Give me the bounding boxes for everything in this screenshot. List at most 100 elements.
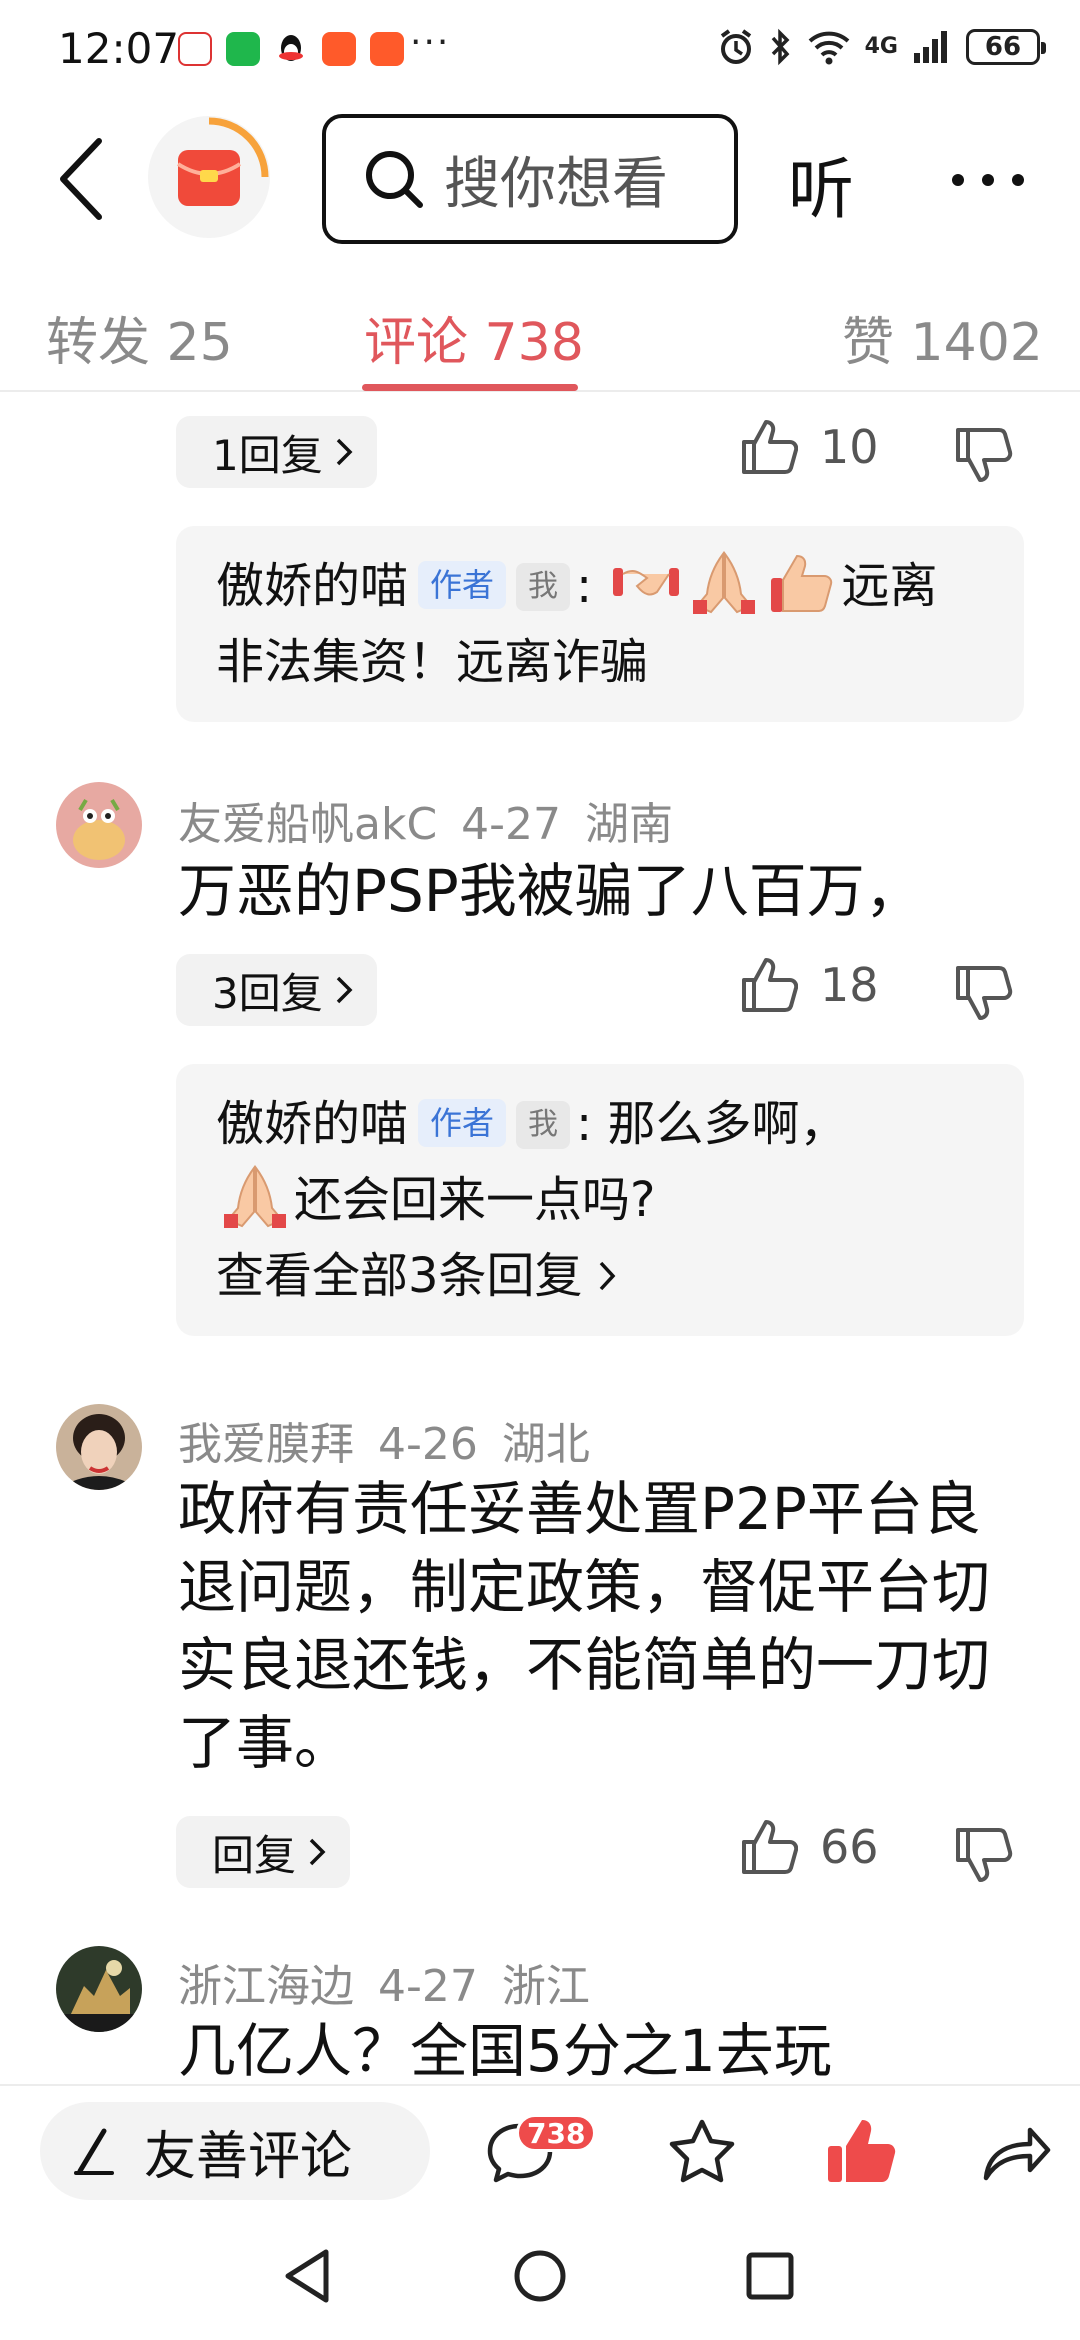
chevron-right-icon [335, 975, 353, 1005]
comment-input-placeholder: 友善评论 [144, 2126, 353, 2187]
comment-text[interactable]: 几亿人？全国5分之1去玩 [178, 2012, 1018, 2084]
red-packet-icon [176, 117, 269, 206]
favorite-button[interactable] [664, 2114, 740, 2190]
avatar[interactable] [56, 782, 142, 868]
replies-count-label: 1回复 [212, 430, 323, 480]
dislike-button[interactable] [954, 1826, 1014, 1886]
share-arrow-icon [983, 2127, 1051, 2181]
red-packet-button[interactable] [148, 116, 270, 238]
replies-button[interactable]: 1回复 [176, 416, 377, 488]
comment-location: 湖北 [501, 1419, 590, 1470]
bluetooth-icon [771, 28, 790, 66]
chevron-right-icon [599, 1261, 615, 1291]
comment-username[interactable]: 友爱船帆akC [178, 799, 437, 850]
reply-button[interactable]: 回复 [176, 1816, 351, 1888]
avatar[interactable] [56, 1946, 142, 2032]
shopping-app-icon [322, 32, 356, 66]
comment-meta: 浙江海边 4-27 浙江 [178, 1950, 614, 2014]
replies-count-label: 3回复 [212, 968, 323, 1018]
replies-button[interactable]: 3回复 [176, 954, 377, 1026]
more-dots-icon [952, 174, 1024, 186]
listen-button[interactable]: 听 [788, 136, 854, 232]
more-notifications-indicator: ··· [410, 22, 451, 63]
comment-date: 4-26 [378, 1419, 478, 1470]
battery-indicator: 66 [966, 29, 1046, 65]
chevron-right-icon [308, 1837, 326, 1867]
comment-username[interactable]: 浙江海边 [178, 1961, 354, 2012]
comment-username[interactable]: 我爱膜拜 [178, 1419, 354, 1470]
notification-icons [178, 32, 404, 66]
nav-recents-button[interactable] [740, 2246, 800, 2306]
author-reply[interactable]: 傲娇的喵 作者我: 远离非法集资！远离诈骗 [176, 526, 1024, 722]
tab-comments[interactable]: 评论 738 [364, 300, 584, 375]
comment-input[interactable]: 友善评论 [40, 2102, 430, 2200]
thumbs-down-icon [956, 1828, 1013, 1882]
more-options-button[interactable] [948, 150, 1028, 210]
view-all-replies-label: 查看全部3条回复 [216, 1248, 583, 1304]
signal-icon [914, 31, 947, 63]
tab-reposts[interactable]: 转发 25 [46, 300, 233, 375]
thumbs-up-icon [742, 420, 798, 474]
thumbs-up-icon [742, 958, 798, 1012]
comment-list: 1回复 10 傲娇的喵 作者我: 远离非法集资！远离诈骗 友爱船帆akC 4-27 湖… [0, 394, 1080, 2084]
author-tag: 作者 [418, 1099, 507, 1147]
dislike-button[interactable] [954, 964, 1014, 1024]
back-arrow-icon [60, 138, 102, 220]
like-count: 18 [820, 958, 879, 1012]
thumbs-up-emoji-icon [771, 554, 833, 612]
shopping-app-icon-2 [370, 32, 404, 66]
search-box[interactable]: 搜你想看 [322, 114, 738, 244]
author-tag: 作者 [418, 561, 507, 609]
view-all-replies-link[interactable]: 查看全部3条回复 [216, 1238, 984, 1314]
search-placeholder: 搜你想看 [444, 151, 668, 217]
star-icon [669, 2119, 735, 2183]
network-type: 4G [864, 34, 898, 59]
notification-app-icon [178, 32, 212, 66]
system-indicators: 4G 66 [717, 28, 1046, 66]
top-nav: 搜你想看 听 [0, 100, 1080, 260]
thumbs-down-icon [956, 428, 1013, 482]
comment-location: 浙江 [501, 1961, 590, 2012]
handshake-emoji-icon [613, 568, 680, 596]
author-reply[interactable]: 傲娇的喵 作者我: 那么多啊， 还会回来一点吗? 查看全部3条回复 [176, 1064, 1024, 1336]
search-icon [366, 151, 423, 208]
reply-label: 回复 [212, 1830, 297, 1880]
tab-likes[interactable]: 赞 1402 [842, 300, 1043, 375]
nav-back-button[interactable] [278, 2246, 338, 2306]
status-bar: 12:07 ··· 4G 66 [0, 0, 1080, 100]
avatar[interactable] [56, 1404, 142, 1490]
reply-text: 还会回来一点吗? [294, 1172, 656, 1228]
reply-line: 傲娇的喵 作者我: 那么多啊， [216, 1096, 848, 1152]
like-button[interactable]: 10 [740, 418, 879, 476]
share-button[interactable] [978, 2114, 1054, 2190]
like-post-button[interactable] [820, 2114, 896, 2190]
like-count: 10 [820, 420, 879, 474]
praying-hands-emoji-icon [693, 550, 756, 614]
circle-home-icon [514, 2250, 566, 2302]
wifi-icon [808, 31, 849, 65]
dislike-button[interactable] [954, 426, 1014, 486]
comment-text[interactable]: 政府有责任妥善处置P2P平台良退问题，制定政策，督促平台切实良退还钱，不能简单的… [178, 1470, 1018, 1782]
alarm-icon [720, 29, 751, 64]
reply-text: 那么多啊， [607, 1096, 848, 1152]
back-button[interactable] [48, 134, 112, 224]
wechat-icon [226, 32, 260, 66]
comment-count-badge: 738 [516, 2114, 597, 2152]
like-button[interactable]: 18 [740, 956, 879, 1014]
square-recents-icon [746, 2252, 794, 2300]
system-navigation-bar [0, 2214, 1080, 2340]
comment-date: 4-27 [378, 1961, 478, 2012]
nav-home-button[interactable] [510, 2246, 570, 2306]
like-button[interactable]: 66 [740, 1818, 879, 1876]
qq-icon [274, 32, 308, 66]
pen-icon [74, 2128, 114, 2175]
like-count: 66 [820, 1820, 879, 1874]
bottom-action-bar: 友善评论 738 [0, 2084, 1080, 2214]
comment-meta: 友爱船帆akC 4-27 湖南 [178, 788, 697, 852]
reply-author[interactable]: 傲娇的喵 [216, 558, 408, 614]
chevron-right-icon [335, 437, 353, 467]
comment-text[interactable]: 万恶的PSP我被骗了八百万， [178, 852, 1018, 930]
reply-author[interactable]: 傲娇的喵 [216, 1096, 408, 1152]
praying-hands-emoji-icon [224, 1164, 286, 1228]
thumbs-up-icon [742, 1820, 798, 1874]
